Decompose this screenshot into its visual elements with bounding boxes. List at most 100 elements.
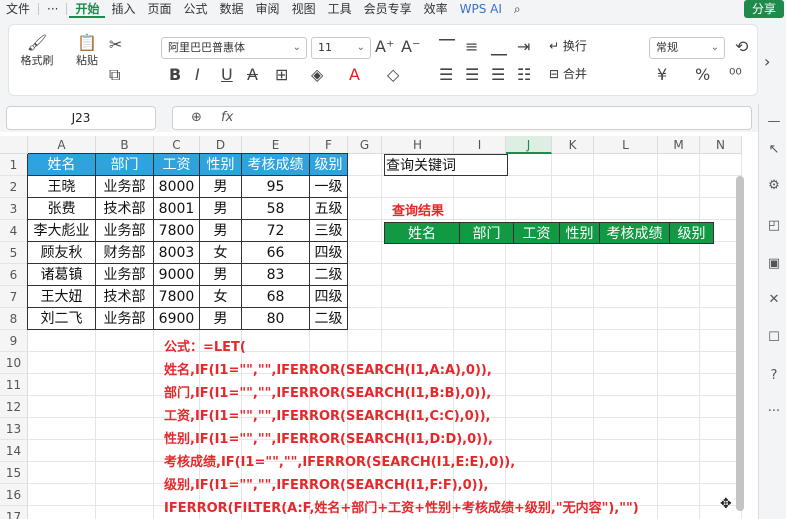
column-header[interactable]: H [382, 136, 454, 154]
align-top-icon[interactable]: ⎺ [439, 37, 455, 57]
result-header-cell[interactable]: 级别 [670, 222, 714, 244]
grid-cell[interactable] [658, 440, 700, 462]
merge-button[interactable]: ⊟ 合并 [549, 65, 587, 82]
row-header[interactable]: 7 [0, 286, 28, 308]
grid-cell[interactable] [658, 506, 700, 519]
grid-cell[interactable] [348, 220, 382, 242]
table-cell[interactable]: 8003 [154, 242, 200, 264]
grid-cell[interactable] [348, 286, 382, 308]
formula-input[interactable]: ⊕ fx [172, 106, 752, 130]
settings-sliders-icon[interactable]: ⚙ [766, 178, 782, 194]
share-button[interactable]: 分享 [743, 0, 784, 18]
table-cell[interactable]: 李大彪业 [28, 220, 96, 242]
menu-item[interactable]: 页面 [142, 0, 178, 18]
grid-cell[interactable] [658, 330, 700, 352]
grid-cell[interactable] [28, 330, 96, 352]
grid-cell[interactable] [454, 176, 506, 198]
grid-cell[interactable] [28, 418, 96, 440]
grid-cell[interactable] [658, 198, 700, 220]
grid-cell[interactable] [348, 198, 382, 220]
table-cell[interactable]: 王大妞 [28, 286, 96, 308]
result-header-cell[interactable]: 部门 [460, 222, 514, 244]
table-cell[interactable]: 68 [242, 286, 310, 308]
grid-cell[interactable] [658, 374, 700, 396]
grid-cell[interactable] [506, 308, 552, 330]
table-cell[interactable]: 财务部 [96, 242, 154, 264]
grid-cell[interactable] [658, 242, 700, 264]
font-color-icon[interactable]: A [349, 65, 360, 84]
menu-item[interactable]: 文件 [0, 0, 36, 18]
row-header[interactable]: 10 [0, 352, 28, 374]
column-header[interactable]: K [552, 136, 594, 154]
column-header[interactable]: E [242, 136, 310, 154]
table-cell[interactable]: 83 [242, 264, 310, 286]
border-icon[interactable]: ⊞ [275, 65, 288, 84]
column-header[interactable]: D [200, 136, 242, 154]
grid-cell[interactable] [96, 352, 154, 374]
grid-cell[interactable] [658, 396, 700, 418]
grid-cell[interactable] [382, 264, 454, 286]
strikethrough-icon[interactable]: A [247, 65, 258, 84]
result-header-cell[interactable]: 性别 [560, 222, 600, 244]
table-cell[interactable]: 58 [242, 198, 310, 220]
grid-cell[interactable] [96, 462, 154, 484]
grid-cell[interactable] [594, 154, 658, 176]
align-right-icon[interactable]: ☰ [491, 65, 505, 84]
result-header-cell[interactable]: 姓名 [384, 222, 460, 244]
table-cell[interactable]: 性别 [200, 154, 242, 176]
table-cell[interactable]: 男 [200, 264, 242, 286]
column-header[interactable]: J [506, 136, 552, 154]
wps-ai-button[interactable]: WPS AI [454, 0, 508, 18]
convert-icon[interactable]: ⟲ [735, 37, 748, 56]
grid-cell[interactable] [96, 374, 154, 396]
table-cell[interactable]: 部门 [96, 154, 154, 176]
column-header[interactable]: M [658, 136, 700, 154]
grid-cell[interactable] [28, 396, 96, 418]
query-input[interactable] [456, 154, 508, 176]
grid-cell[interactable] [594, 264, 658, 286]
table-cell[interactable]: 8001 [154, 198, 200, 220]
underline-icon[interactable]: U [221, 65, 233, 84]
grid-cell[interactable] [658, 352, 700, 374]
currency-button[interactable]: ¥ [657, 65, 667, 84]
row-header[interactable]: 5 [0, 242, 28, 264]
row-header[interactable]: 16 [0, 484, 28, 506]
grid-cell[interactable] [454, 264, 506, 286]
spreadsheet-grid[interactable]: A B C D E F G H I J K L M N 1 2 3 4 5 6 7 8 9 10 11 12 13 14 15 16 17 姓… [0, 136, 750, 519]
image-icon[interactable]: ▣ [766, 256, 782, 272]
table-cell[interactable]: 男 [200, 308, 242, 330]
grid-cell[interactable] [700, 154, 742, 176]
table-cell[interactable]: 考核成绩 [242, 154, 310, 176]
row-header[interactable]: 3 [0, 198, 28, 220]
grid-cell[interactable] [382, 176, 454, 198]
table-cell[interactable]: 级别 [310, 154, 348, 176]
table-cell[interactable]: 男 [200, 220, 242, 242]
menu-item[interactable]: 数据 [214, 0, 250, 18]
grid-cell[interactable] [658, 308, 700, 330]
menu-item[interactable]: 插入 [105, 0, 141, 18]
table-cell[interactable]: 业务部 [96, 220, 154, 242]
table-cell[interactable]: 张费 [28, 198, 96, 220]
table-cell[interactable]: 刘二飞 [28, 308, 96, 330]
menu-item[interactable]: 视图 [286, 0, 322, 18]
grid-cell[interactable] [348, 176, 382, 198]
table-cell[interactable]: 四级 [310, 242, 348, 264]
decrease-font-icon[interactable]: A⁻ [401, 37, 420, 56]
column-header[interactable]: C [154, 136, 200, 154]
grid-cell[interactable] [96, 418, 154, 440]
row-header[interactable]: 9 [0, 330, 28, 352]
menu-item[interactable]: 开始 [69, 0, 106, 18]
grid-cell[interactable] [552, 308, 594, 330]
table-cell[interactable]: 二级 [310, 308, 348, 330]
help-icon[interactable]: ? [766, 368, 782, 384]
table-cell[interactable]: 72 [242, 220, 310, 242]
row-header[interactable]: 17 [0, 506, 28, 519]
grid-cell[interactable] [348, 264, 382, 286]
row-header[interactable]: 1 [0, 154, 28, 176]
document-icon[interactable]: ☐ [766, 330, 782, 346]
grid-cell[interactable] [658, 462, 700, 484]
search-icon[interactable]: ⌕ [508, 0, 527, 18]
ribbon-expand-icon[interactable]: › [764, 52, 770, 71]
column-header[interactable]: N [700, 136, 742, 154]
table-cell[interactable]: 三级 [310, 220, 348, 242]
